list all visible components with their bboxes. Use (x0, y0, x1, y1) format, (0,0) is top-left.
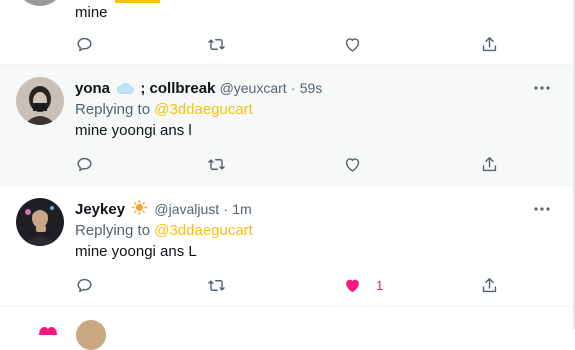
replying-to-handle[interactable]: @3ddaegucart (154, 222, 253, 239)
share-button[interactable] (480, 152, 499, 176)
tweet-header: yona ; collbreak @yeuxcart · 59s (75, 78, 322, 101)
reply-icon (77, 278, 92, 292)
handle[interactable]: @javaljust (154, 201, 219, 217)
reply-button[interactable] (75, 32, 94, 56)
like-button[interactable] (343, 32, 376, 56)
display-name-suffix: ; collbreak (140, 80, 216, 97)
retweet-icon (208, 279, 225, 291)
retweet-icon (208, 158, 225, 170)
reply-button[interactable] (75, 273, 94, 297)
avatar[interactable] (16, 0, 64, 6)
heart-icon (39, 327, 57, 335)
heart-icon (346, 279, 359, 292)
display-name[interactable]: yona (75, 80, 110, 97)
like-button[interactable] (343, 152, 376, 176)
share-button[interactable] (480, 273, 499, 297)
tweet-text: mine yoongi ans l (75, 122, 192, 139)
more-icon[interactable] (533, 79, 551, 97)
reply-icon (77, 37, 92, 51)
tweet[interactable]: Jeykey @javaljust · 1m Replying to @3dda… (0, 186, 573, 307)
tweet[interactable]: mine (0, 0, 573, 65)
reply-icon (77, 157, 92, 171)
replying-to: Replying to @3ddaegucart (75, 100, 253, 120)
retweet-button[interactable] (207, 273, 226, 297)
replying-to-handle[interactable]: @3ddaegucart (154, 101, 253, 118)
reply-button[interactable] (75, 152, 94, 176)
more-icon[interactable] (533, 200, 551, 218)
retweet-button[interactable] (207, 152, 226, 176)
separator: · (290, 80, 296, 96)
sun-emoji (131, 199, 148, 222)
tweet-actions (75, 152, 505, 176)
handle[interactable]: @yeuxcart (220, 80, 287, 96)
like-count: 1 (376, 277, 384, 293)
replying-to-label: Replying to (75, 222, 151, 239)
avatar[interactable] (76, 320, 106, 350)
timestamp[interactable]: 59s (300, 80, 323, 96)
replying-to-label: Replying to (75, 101, 151, 118)
tweet-actions: 1 (75, 273, 505, 297)
retweet-icon (208, 38, 225, 50)
replying-to: Replying to @3ddaegucart (75, 221, 253, 241)
mention-highlight (115, 0, 160, 3)
share-icon (482, 36, 497, 51)
tweet[interactable]: yona ; collbreak @yeuxcart · 59s Replyin… (0, 65, 573, 186)
avatar[interactable] (16, 77, 64, 125)
avatar[interactable] (16, 198, 64, 246)
retweet-button[interactable] (207, 32, 226, 56)
tweet-text: mine (75, 4, 108, 21)
separator: · (223, 201, 229, 217)
share-button[interactable] (480, 32, 499, 56)
timestamp[interactable]: 1m (232, 201, 251, 217)
display-name[interactable]: Jeykey (75, 201, 125, 218)
heart-icon (345, 37, 360, 52)
like-button[interactable]: 1 (343, 273, 383, 297)
tweet-text: mine yoongi ans L (75, 243, 197, 260)
share-icon (482, 156, 497, 171)
heart-icon (345, 157, 360, 172)
cloud-emoji (116, 81, 134, 101)
tweet-actions (75, 32, 505, 56)
next-tweet-preview[interactable] (0, 318, 573, 350)
share-icon (482, 277, 497, 292)
tweet-header: Jeykey @javaljust · 1m (75, 199, 252, 222)
